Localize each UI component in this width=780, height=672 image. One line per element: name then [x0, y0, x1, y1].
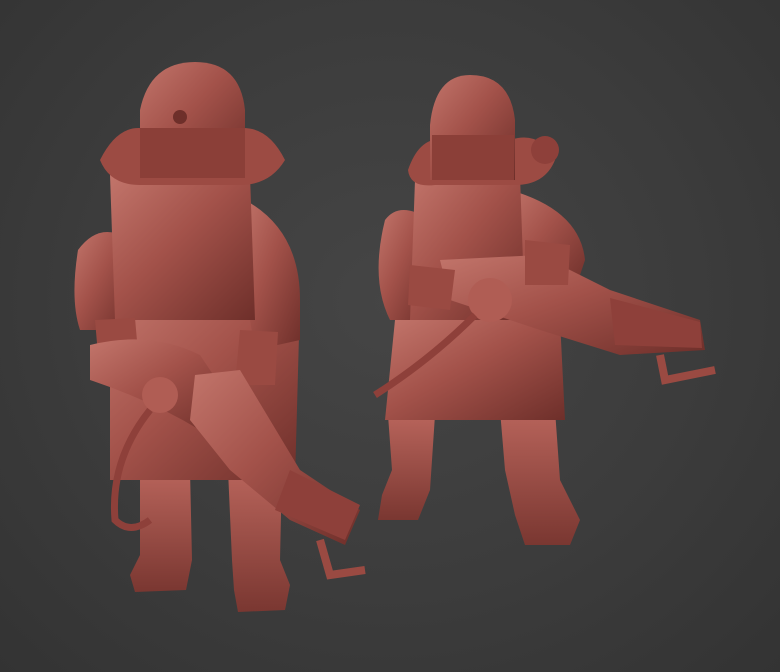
left-figure — [74, 62, 366, 612]
sculpt-render — [74, 62, 716, 612]
render-viewport — [0, 0, 780, 672]
right-figure-gauntlet-right — [525, 240, 570, 285]
right-figure-left-boot — [378, 415, 435, 520]
right-figure-backpack-valve — [531, 136, 559, 164]
left-figure-breastplate — [110, 175, 255, 320]
right-figure-right-boot — [500, 410, 580, 545]
left-figure-visor — [140, 128, 245, 178]
right-figure-visor — [432, 135, 514, 180]
left-figure-left-boot — [130, 470, 192, 592]
left-figure-helmet-port — [173, 110, 187, 124]
right-figure-gauntlet-left — [408, 265, 455, 310]
right-figure — [373, 75, 716, 545]
